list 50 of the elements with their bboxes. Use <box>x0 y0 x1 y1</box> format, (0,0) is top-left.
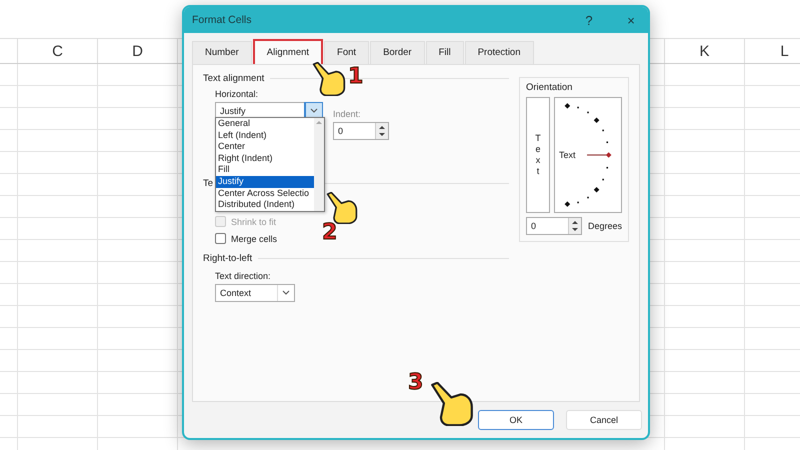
orientation-dial[interactable]: Text <box>554 97 622 213</box>
dropdown-option[interactable]: Distributed (Indent) <box>216 199 314 211</box>
field-label: Degrees <box>588 221 622 231</box>
column-header: L <box>780 42 789 60</box>
hand-icon <box>430 382 474 426</box>
checkbox-label: Shrink to fit <box>231 216 276 226</box>
help-button[interactable]: ? <box>572 12 606 28</box>
spin-arrows-icon[interactable] <box>568 218 581 234</box>
tab[interactable]: Protection <box>464 41 534 64</box>
checkbox[interactable] <box>215 233 226 244</box>
column-header: C <box>52 42 63 60</box>
dropdown-option[interactable]: Center Across Selectio <box>216 188 314 200</box>
dropdown-option[interactable]: Fill <box>216 164 314 176</box>
step-number: 3 <box>408 372 424 394</box>
field-label: Text direction: <box>215 271 272 281</box>
dropdown-option[interactable]: Right (Indent) <box>216 152 314 164</box>
tab[interactable]: Alignment <box>252 39 324 64</box>
dropdown-option[interactable]: Justify <box>216 176 314 188</box>
vertical-text: Text <box>534 132 542 178</box>
tab[interactable]: Font <box>324 41 370 64</box>
step-number: 1 <box>348 66 364 88</box>
tab[interactable]: Border <box>370 41 425 64</box>
step-number: 2 <box>322 222 338 244</box>
dropdown-option[interactable]: General <box>216 118 314 130</box>
hand-icon <box>326 192 358 224</box>
window-title: Format Cells <box>192 14 253 26</box>
indent-spinner[interactable]: 0 <box>333 122 389 140</box>
field-label: Indent: <box>333 109 362 119</box>
tab[interactable]: Number <box>192 41 252 64</box>
spin-arrows-icon[interactable] <box>375 123 388 139</box>
dialog-button[interactable]: Cancel <box>566 410 642 430</box>
column-header: K <box>699 42 710 60</box>
tab[interactable]: Fill <box>426 41 464 64</box>
scrollbar[interactable] <box>314 118 324 211</box>
section-heading: Right-to-left <box>203 252 252 264</box>
close-button[interactable]: × <box>614 12 648 28</box>
dialog-button[interactable]: OK <box>478 410 554 430</box>
section-heading: Text alignment <box>203 72 264 84</box>
field-label: Horizontal: <box>215 89 260 99</box>
dropdown-option[interactable]: Center <box>216 141 314 153</box>
dial-label: Text <box>558 150 576 160</box>
degrees-spinner[interactable]: 0 <box>526 217 582 235</box>
hand-icon <box>312 62 346 96</box>
column-header: D <box>132 42 143 60</box>
checkbox-label: Merge cells <box>231 234 278 244</box>
section-heading: Orientation <box>526 82 574 93</box>
text-direction-dropdown[interactable]: Context <box>215 284 295 302</box>
vertical-text-box[interactable]: Text <box>526 97 550 213</box>
dropdown-option[interactable]: Left (Indent) <box>216 130 314 142</box>
section-heading: Te <box>203 178 214 188</box>
